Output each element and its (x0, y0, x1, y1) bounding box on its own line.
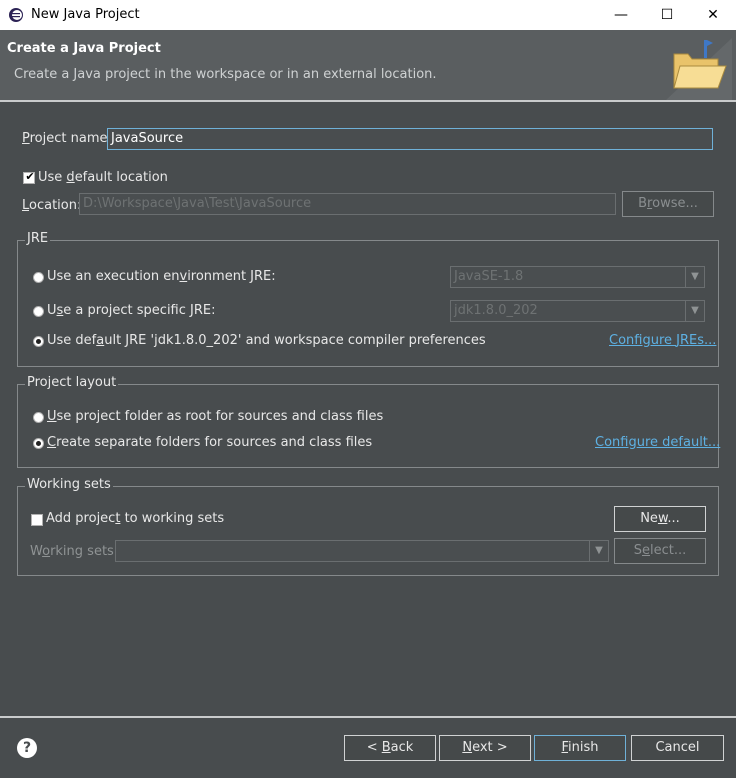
configure-jres-link[interactable]: Configure JREs... (609, 333, 716, 348)
project-folder-root-label: Use project folder as root for sources a… (47, 409, 384, 424)
help-icon[interactable]: ? (17, 738, 37, 758)
project-name-label: Project name: (22, 131, 112, 146)
separate-folders-label: Create separate folders for sources and … (47, 435, 373, 450)
project-specific-jre-select[interactable]: jdk1.8.0_202 ▼ (450, 300, 705, 322)
select-working-sets-button[interactable]: Select... (614, 538, 706, 564)
default-jre-label: Use default JRE 'jdk1.8.0_202' and works… (47, 333, 486, 348)
use-default-location-checkbox[interactable]: ✔ (23, 170, 35, 184)
working-sets-group: Working sets Add project to working sets… (17, 477, 719, 576)
minimize-button[interactable]: — (598, 0, 644, 30)
working-sets-label: Working sets: (30, 544, 119, 559)
project-name-input[interactable]: JavaSource (107, 128, 713, 150)
chevron-down-icon: ▼ (589, 541, 608, 561)
execution-environment-radio[interactable] (33, 272, 44, 283)
location-input[interactable]: D:\Workspace\Java\Test\JavaSource (79, 193, 616, 215)
execution-environment-label: Use an execution environment JRE: (47, 269, 276, 284)
back-button[interactable]: < Back (344, 735, 436, 761)
close-button[interactable]: ✕ (690, 0, 736, 30)
default-jre-radio[interactable] (33, 336, 44, 347)
separate-folders-radio[interactable] (33, 438, 44, 449)
new-working-set-button[interactable]: New... (614, 506, 706, 532)
working-sets-group-label: Working sets (25, 477, 113, 492)
maximize-button[interactable]: ☐ (644, 0, 690, 30)
configure-default-link[interactable]: Configure default... (595, 435, 720, 450)
wizard-body: Project name: JavaSource ✔ Use default l… (0, 102, 736, 716)
location-label: Location: (22, 198, 82, 213)
add-to-working-sets-checkbox[interactable] (31, 514, 43, 526)
use-default-location-label: Use default location (38, 170, 168, 185)
new-java-project-dialog: New Java Project — ☐ ✕ Create a Java Pro… (0, 0, 736, 778)
chevron-down-icon: ▼ (685, 301, 704, 321)
project-specific-jre-label: Use a project specific JRE: (47, 303, 216, 318)
title-bar: New Java Project — ☐ ✕ (0, 0, 736, 30)
jre-group: JRE Use an execution environment JRE: Ja… (17, 231, 719, 367)
eclipse-app-icon (9, 8, 23, 22)
window-title: New Java Project (31, 7, 140, 22)
project-folder-root-radio[interactable] (33, 412, 44, 423)
next-button[interactable]: Next > (439, 735, 531, 761)
wizard-footer: ? < Back Next > Finish Cancel (0, 718, 736, 778)
project-layout-group: Project layout Use project folder as roo… (17, 375, 720, 468)
cancel-button[interactable]: Cancel (631, 735, 724, 761)
working-sets-select[interactable]: ▼ (115, 540, 609, 562)
browse-button[interactable]: Browse... (622, 191, 714, 217)
jre-group-label: JRE (25, 231, 51, 246)
wizard-header: Create a Java Project Create a Java proj… (0, 30, 736, 100)
add-to-working-sets-label: Add project to working sets (46, 511, 225, 526)
execution-environment-select[interactable]: JavaSE-1.8 ▼ (450, 266, 705, 288)
checkmark-icon: ✔ (25, 170, 35, 183)
wizard-title: Create a Java Project (7, 41, 161, 56)
wizard-description: Create a Java project in the workspace o… (14, 67, 437, 82)
folder-wizard-icon (666, 38, 732, 100)
finish-button[interactable]: Finish (534, 735, 626, 761)
chevron-down-icon: ▼ (685, 267, 704, 287)
project-specific-jre-radio[interactable] (33, 306, 44, 317)
project-layout-group-label: Project layout (25, 375, 119, 390)
